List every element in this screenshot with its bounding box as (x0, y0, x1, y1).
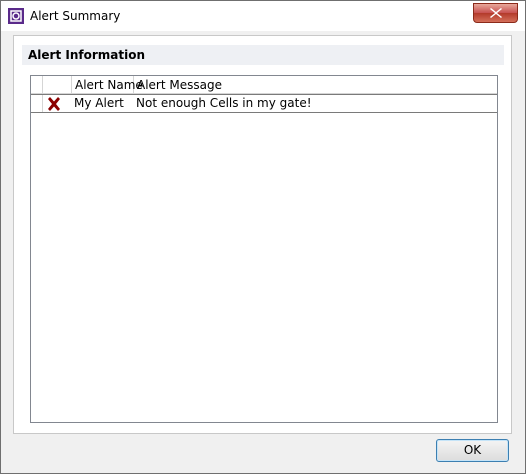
table-row[interactable]: My Alert Not enough Cells in my gate! (31, 94, 497, 113)
grid-header: Alert Name Alert Message (31, 76, 497, 94)
alert-name-cell: My Alert (74, 96, 124, 110)
alert-grid[interactable]: Alert Name Alert Message My Alert Not en… (30, 75, 498, 423)
close-icon (490, 8, 502, 18)
panel-header: Alert Information (22, 45, 504, 65)
header-row-selector (31, 76, 43, 94)
title-bar[interactable]: Alert Summary (1, 1, 525, 31)
alert-message-cell: Not enough Cells in my gate! (136, 96, 312, 110)
alert-information-panel: Alert Information Alert Name Alert Messa… (13, 35, 512, 434)
header-alert-message[interactable]: Alert Message (134, 76, 497, 94)
window-title: Alert Summary (30, 9, 121, 23)
ok-button[interactable]: OK (436, 439, 509, 462)
header-icon-column (43, 76, 72, 94)
alert-summary-window: Alert Summary Alert Information Alert Na… (0, 0, 526, 474)
row-selector[interactable] (31, 95, 43, 112)
app-logo-icon (8, 8, 24, 24)
close-button[interactable] (473, 3, 518, 23)
header-alert-name[interactable]: Alert Name (72, 76, 143, 94)
error-x-icon (48, 97, 60, 111)
